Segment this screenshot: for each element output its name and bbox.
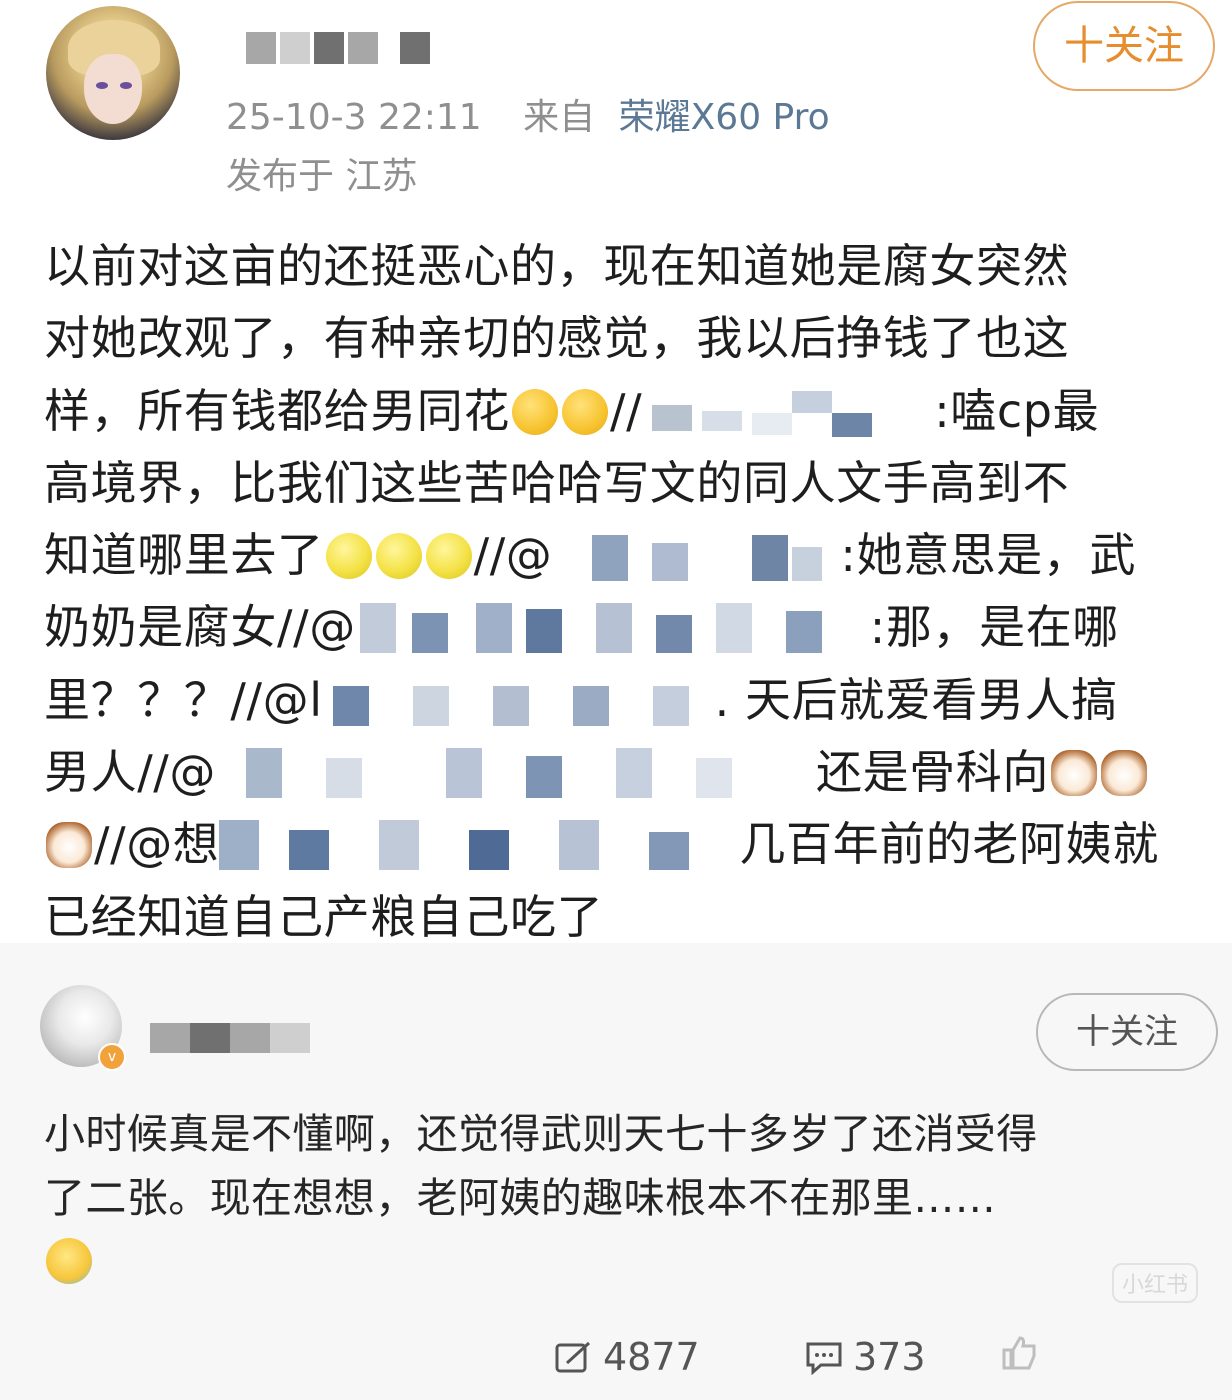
repost-separator: // (610, 383, 643, 438)
comment-stat[interactable]: 373 (805, 1335, 926, 1379)
author-name-redacted-2 (400, 32, 430, 68)
post-text: 里？？？//@l (44, 672, 323, 727)
post-text: 还是骨科向 (816, 745, 1049, 800)
redacted-username[interactable] (356, 603, 870, 654)
post-text: . 天后就爱看男人搞 (714, 672, 1118, 727)
post-time: 25-10-3 22:11 (226, 97, 482, 138)
post-line: 里？？？//@l . 天后就爱看男人搞 (44, 664, 1204, 736)
follow-button-secondary[interactable]: 十关注 (1036, 993, 1218, 1071)
drool-emoji-icon (562, 388, 608, 435)
post-meta: 25-10-3 22:11 来自 荣耀X60 Pro (226, 88, 830, 140)
comment-count: 373 (853, 1335, 926, 1379)
xiaohongshu-watermark: 小红书 (1112, 1263, 1199, 1303)
replier-name-redacted[interactable] (150, 1023, 310, 1059)
post-line: 奶奶是腐女//@ :那，是在哪 (44, 591, 1204, 663)
post-line: 对她改观了，有种亲切的感觉，我以后挣钱了也这 (44, 311, 1070, 366)
repost-stat[interactable]: 4877 (555, 1335, 700, 1379)
lemon-emoji-icon (425, 533, 472, 580)
post-text: 男人//@ (44, 745, 216, 800)
post-line: 以前对这亩的还挺恶心的，现在知道她是腐女突然 (44, 239, 1070, 293)
repost-separator: //@ (473, 528, 553, 583)
reply-line (44, 1230, 1214, 1294)
repost-count: 4877 (603, 1335, 700, 1379)
repost-icon (555, 1340, 593, 1374)
reply-line: 小时候真是不懂啊，还觉得武则天七十多岁了还消受得 (44, 1110, 1038, 1158)
post-text: :那，是在哪 (869, 600, 1119, 655)
post-text: 几百年前的老阿姨就 (739, 817, 1159, 872)
redacted-username[interactable] (642, 390, 934, 437)
follow-button[interactable]: 十关注 (1033, 1, 1215, 91)
post-line: 高境界，比我们这些苦哈哈写文的同人文手高到不 (44, 455, 1070, 510)
redacted-username[interactable] (216, 748, 816, 799)
like-stat[interactable] (1000, 1335, 1048, 1370)
post-text: :嗑cp最 (934, 383, 1100, 438)
post-text: 样，所有钱都给男同花 (44, 383, 510, 438)
source-prefix: 来自 (523, 97, 596, 138)
cat-emoji-icon (1101, 750, 1147, 797)
post-text: //@想 (94, 817, 220, 872)
post-line: 男人//@ 还是骨科向 (44, 736, 1204, 808)
post-line: 知道哪里去了 //@ :她意思是，武 (44, 519, 1204, 591)
author-avatar[interactable] (46, 6, 180, 140)
author-name-redacted[interactable] (246, 32, 378, 68)
redacted-username[interactable] (323, 680, 715, 726)
post-location: 发布于 江苏 (226, 156, 418, 197)
lemon-emoji-icon (325, 533, 372, 580)
cat-emoji-icon (46, 822, 92, 869)
drool-emoji-icon (512, 388, 558, 435)
redacted-username[interactable] (552, 535, 840, 582)
like-icon (1000, 1335, 1038, 1370)
reply-line: 了二张。现在想想，老阿姨的趣味根本不在那里…… (44, 1174, 997, 1222)
post-text: 知道哪里去了 (44, 528, 324, 583)
comment-icon (805, 1340, 843, 1376)
weibo-post: 25-10-3 22:11 来自 荣耀X60 Pro 发布于 江苏 十关注 以前… (0, 0, 1232, 944)
post-body: 以前对这亩的还挺恶心的，现在知道她是腐女突然 对她改观了，有种亲切的感觉，我以后… (44, 230, 1204, 953)
post-text: :她意思是，武 (840, 528, 1137, 583)
post-line: //@想 几百年前的老阿姨就 (44, 808, 1204, 880)
post-text: 奶奶是腐女//@ (44, 600, 356, 655)
reply-body: 小时候真是不懂啊，还觉得武则天七十多岁了还消受得 了二张。现在想想，老阿姨的趣味… (44, 1102, 1214, 1294)
verified-badge-icon: v (98, 1043, 126, 1071)
laugh-cry-emoji-icon (46, 1238, 92, 1284)
cat-emoji-icon (1051, 750, 1097, 797)
redacted-username[interactable] (219, 820, 739, 871)
reply-card: v 十关注 小时候真是不懂啊，还觉得武则天七十多岁了还消受得 了二张。现在想想，… (0, 943, 1232, 1400)
device-link[interactable]: 荣耀X60 Pro (619, 97, 830, 138)
lemon-emoji-icon (375, 533, 422, 580)
post-line: 样，所有钱都给男同花 // :嗑cp最 (44, 375, 1204, 447)
